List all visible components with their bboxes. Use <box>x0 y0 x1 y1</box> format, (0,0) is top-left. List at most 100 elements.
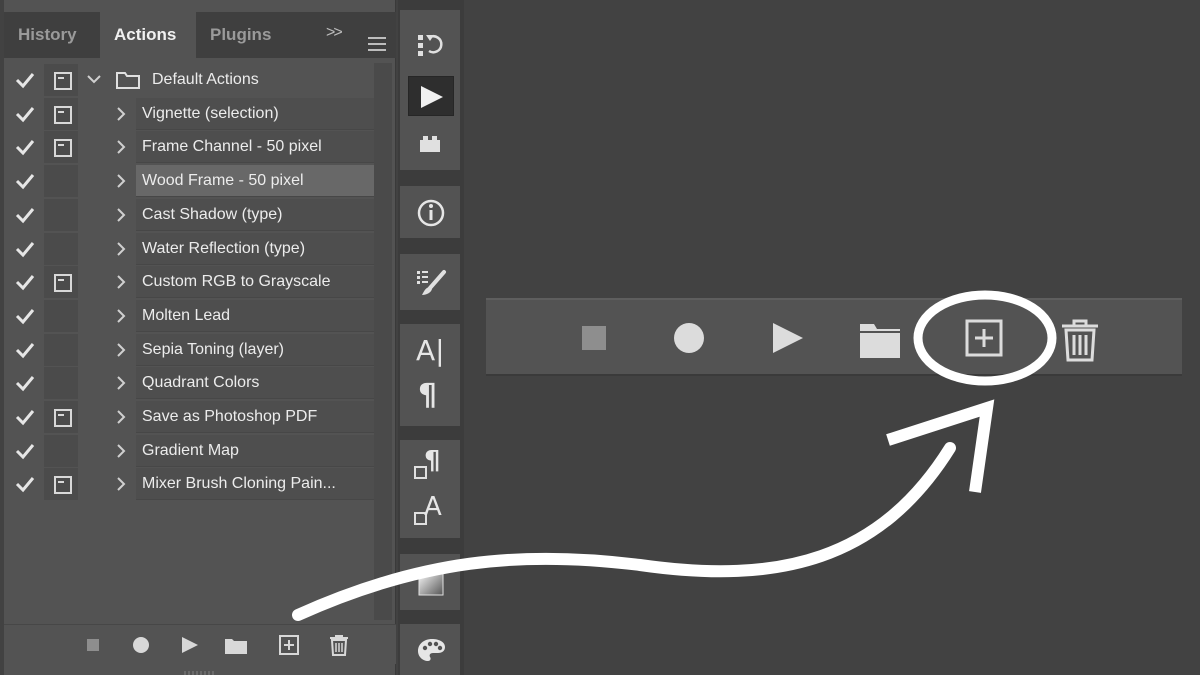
paragraph-styles-button[interactable]: ¶ <box>408 446 454 486</box>
action-row[interactable]: Mixer Brush Cloning Pain... <box>8 467 374 501</box>
toggle-check-icon[interactable] <box>14 339 36 361</box>
character-styles-button[interactable]: A <box>408 492 454 532</box>
delete-button[interactable] <box>326 633 352 657</box>
toggle-check-icon[interactable] <box>14 204 36 226</box>
action-row[interactable]: Gradient Map <box>8 434 374 467</box>
dock-grip[interactable] <box>412 2 448 15</box>
action-row[interactable]: Save as Photoshop PDF <box>8 400 374 433</box>
big-delete-button[interactable] <box>1060 318 1100 367</box>
action-row[interactable]: Vignette (selection) <box>8 97 374 130</box>
chevron-right-icon[interactable] <box>114 409 128 425</box>
action-row[interactable]: Frame Channel - 50 pixel <box>8 130 374 164</box>
info-panel-button[interactable] <box>408 192 454 232</box>
actions-panel: History Actions Plugins >> Default Actio… <box>4 0 396 675</box>
chevron-right-icon[interactable] <box>114 342 128 358</box>
panel-resize-grip[interactable] <box>184 664 220 675</box>
chevron-right-icon[interactable] <box>114 241 128 257</box>
dialog-toggle-icon[interactable] <box>44 97 78 130</box>
chevron-right-icon[interactable] <box>114 274 128 290</box>
plugins-panel-button[interactable] <box>408 126 454 166</box>
dock-grip[interactable] <box>412 246 448 259</box>
chevron-right-icon[interactable] <box>114 139 128 155</box>
toggle-check-icon[interactable] <box>14 372 36 394</box>
dock-grip[interactable] <box>412 616 448 629</box>
dialog-toggle-icon[interactable] <box>44 232 78 265</box>
big-new-action-button[interactable] <box>964 318 1004 363</box>
action-label: Water Reflection (type) <box>142 239 306 257</box>
new-action-button[interactable] <box>276 633 302 657</box>
big-stop-button[interactable] <box>580 318 610 363</box>
dialog-toggle-icon[interactable] <box>44 131 78 164</box>
toggle-check-icon[interactable] <box>14 238 36 260</box>
dock-grip[interactable] <box>412 432 448 445</box>
chevron-right-icon[interactable] <box>114 308 128 324</box>
gradient-icon <box>418 570 444 596</box>
tab-plugins[interactable]: Plugins <box>196 12 292 58</box>
toggle-check-icon[interactable] <box>14 406 36 428</box>
dialog-toggle-icon[interactable] <box>44 367 78 400</box>
chevron-right-icon[interactable] <box>114 476 128 492</box>
stop-button[interactable] <box>80 633 106 657</box>
brush-settings-button[interactable] <box>408 262 454 302</box>
hamburger-menu-icon[interactable] <box>368 37 386 51</box>
chevron-right-icon[interactable] <box>114 173 128 189</box>
dialog-toggle-icon[interactable] <box>44 468 78 501</box>
dock-grip[interactable] <box>412 178 448 191</box>
dock-grip[interactable] <box>412 316 448 329</box>
action-row[interactable]: Water Reflection (type) <box>8 232 374 265</box>
dock-grip[interactable] <box>412 546 448 559</box>
big-play-button[interactable] <box>770 318 806 363</box>
record-button[interactable] <box>128 633 154 657</box>
actions-panel-button[interactable] <box>408 76 454 116</box>
toggle-check-icon[interactable] <box>14 473 36 495</box>
action-row[interactable]: Custom RGB to Grayscale <box>8 265 374 299</box>
history-panel-button[interactable] <box>408 25 454 65</box>
new-set-button[interactable] <box>223 633 249 657</box>
action-label: Wood Frame - 50 pixel <box>142 172 304 190</box>
paragraph-icon: ¶ <box>418 378 438 413</box>
folder-icon <box>116 72 140 89</box>
big-new-set-button[interactable] <box>858 318 902 363</box>
toggle-check-icon[interactable] <box>14 103 36 125</box>
dialog-toggle-icon[interactable] <box>44 64 78 96</box>
toggle-check-icon[interactable] <box>14 170 36 192</box>
tab-history[interactable]: History <box>4 12 100 58</box>
toggle-check-icon[interactable] <box>14 440 36 462</box>
action-row[interactable]: Molten Lead <box>8 299 374 332</box>
chevron-right-icon[interactable] <box>114 106 128 122</box>
expand-tabs-icon[interactable]: >> <box>326 24 343 42</box>
new-action-plus-icon <box>965 319 1003 357</box>
chevron-down-icon[interactable] <box>86 72 101 88</box>
dialog-toggle-icon[interactable] <box>44 299 78 332</box>
action-set-default[interactable]: Default Actions <box>8 63 374 96</box>
dialog-toggle-icon[interactable] <box>44 266 78 299</box>
toggle-check-icon[interactable] <box>14 136 36 158</box>
character-icon: A| <box>416 334 445 367</box>
panel-dock: A| ¶ ¶ A <box>398 0 464 675</box>
dialog-toggle-icon[interactable] <box>44 333 78 366</box>
dialog-toggle-icon[interactable] <box>44 165 78 198</box>
action-row[interactable]: Sepia Toning (layer) <box>8 333 374 366</box>
dialog-toggle-icon[interactable] <box>44 198 78 231</box>
paragraph-panel-button[interactable]: ¶ <box>408 376 454 416</box>
dialog-toggle-icon[interactable] <box>44 434 78 467</box>
folder-icon <box>860 324 900 358</box>
chevron-right-icon[interactable] <box>114 375 128 391</box>
chevron-right-icon[interactable] <box>114 443 128 459</box>
action-row[interactable]: Quadrant Colors <box>8 366 374 400</box>
action-row[interactable]: Wood Frame - 50 pixel <box>8 164 374 198</box>
tab-actions[interactable]: Actions <box>100 12 196 58</box>
play-button[interactable] <box>176 633 202 657</box>
toggle-check-icon[interactable] <box>14 69 36 91</box>
toggle-check-icon[interactable] <box>14 271 36 293</box>
toggle-check-icon[interactable] <box>14 305 36 327</box>
chevron-right-icon[interactable] <box>114 207 128 223</box>
color-panel-button[interactable] <box>408 630 454 670</box>
character-panel-button[interactable]: A| <box>408 330 454 370</box>
dialog-toggle-icon[interactable] <box>44 401 78 433</box>
big-record-button[interactable] <box>672 318 706 363</box>
action-row[interactable]: Cast Shadow (type) <box>8 198 374 231</box>
list-scrollbar[interactable] <box>374 63 392 620</box>
gradients-panel-button[interactable] <box>408 562 454 602</box>
dock-group-brush <box>400 254 460 310</box>
